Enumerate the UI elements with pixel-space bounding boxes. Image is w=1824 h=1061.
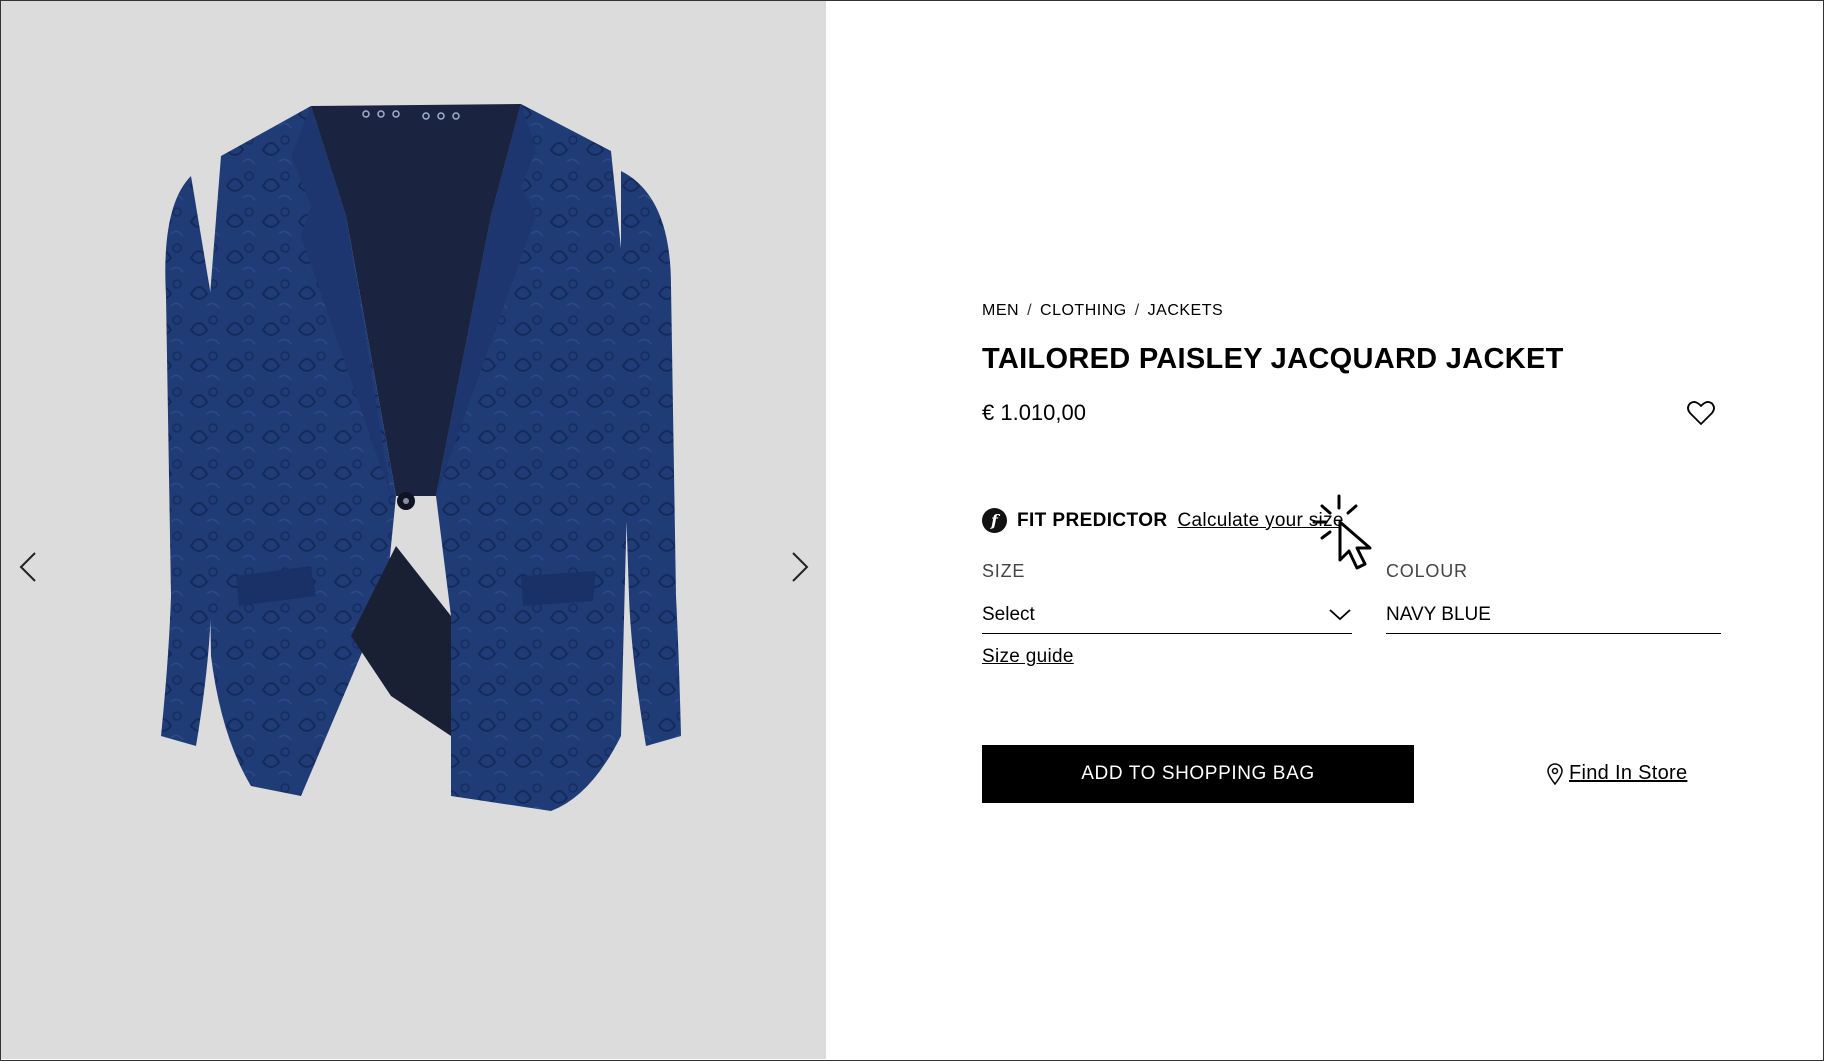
- product-title: TAILORED PAISLEY JACQUARD JACKET: [982, 343, 1564, 375]
- fit-predictor: f FIT PREDICTOR Calculate your size: [982, 508, 1344, 533]
- find-in-store-link[interactable]: Find In Store: [1547, 762, 1687, 785]
- breadcrumb: MEN / CLOTHING / JACKETS: [982, 302, 1223, 320]
- breadcrumb-item-men[interactable]: MEN: [982, 302, 1019, 320]
- colour-value-text: NAVY BLUE: [1386, 603, 1491, 625]
- product-image: [161, 104, 681, 811]
- size-select[interactable]: Select: [982, 596, 1352, 634]
- chevron-left-icon[interactable]: [7, 547, 47, 587]
- click-cursor-icon: [1312, 494, 1372, 570]
- breadcrumb-item-jackets[interactable]: JACKETS: [1148, 302, 1224, 320]
- size-label: SIZE: [982, 561, 1026, 581]
- chevron-right-icon[interactable]: [781, 547, 821, 587]
- add-to-bag-button[interactable]: ADD TO SHOPPING BAG: [982, 745, 1414, 803]
- fit-predictor-logo-icon: f: [982, 508, 1007, 533]
- chevron-down-icon: [1329, 608, 1351, 620]
- size-select-value: Select: [982, 603, 1035, 625]
- fit-predictor-label: FIT PREDICTOR: [1017, 509, 1168, 531]
- location-pin-icon: [1547, 762, 1563, 785]
- breadcrumb-separator: /: [1027, 302, 1033, 319]
- colour-label: COLOUR: [1386, 561, 1468, 581]
- heart-icon[interactable]: [1686, 398, 1716, 428]
- product-price: € 1.010,00: [982, 400, 1086, 425]
- size-guide-link[interactable]: Size guide: [982, 646, 1074, 668]
- colour-value: NAVY BLUE: [1386, 596, 1721, 634]
- find-in-store-label: Find In Store: [1569, 762, 1688, 784]
- breadcrumb-item-clothing[interactable]: CLOTHING: [1040, 302, 1127, 320]
- breadcrumb-separator: /: [1134, 302, 1140, 319]
- product-gallery: [1, 1, 826, 1059]
